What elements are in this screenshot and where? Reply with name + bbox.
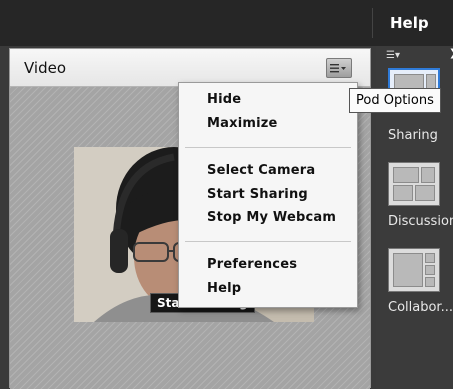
- layout-label-collaboration[interactable]: Collabor...: [388, 300, 453, 315]
- layout-label-discussion[interactable]: Discussion: [388, 214, 453, 229]
- menu-item-stop-my-webcam[interactable]: Stop My Webcam: [207, 210, 336, 225]
- pod-title: Video: [24, 59, 67, 77]
- menu-lines-dropdown-icon: [330, 64, 346, 73]
- list-menu-icon[interactable]: ☰▾: [386, 50, 400, 61]
- pod-options-tooltip: Pod Options: [349, 88, 441, 113]
- chevron-icon[interactable]: ❯: [449, 48, 453, 59]
- menu-item-maximize[interactable]: Maximize: [207, 116, 278, 131]
- layout-cell: [425, 253, 435, 263]
- layout-thumb-discussion[interactable]: [388, 162, 440, 206]
- layout-cell: [415, 185, 435, 201]
- layout-thumb-collaboration[interactable]: [388, 248, 440, 292]
- menu-separator: [185, 147, 351, 148]
- layout-cell: [393, 253, 423, 287]
- menu-item-select-camera[interactable]: Select Camera: [207, 163, 315, 178]
- menu-help[interactable]: Help: [390, 14, 429, 32]
- menu-item-start-sharing[interactable]: Start Sharing: [207, 187, 308, 202]
- pod-options-button[interactable]: [326, 58, 352, 78]
- menu-item-help[interactable]: Help: [207, 281, 241, 296]
- layout-cell: [425, 265, 435, 275]
- layout-cell: [393, 185, 413, 201]
- menu-item-hide[interactable]: Hide: [207, 92, 241, 107]
- layout-cell: [425, 277, 435, 287]
- menu-item-preferences[interactable]: Preferences: [207, 257, 297, 272]
- menubar: Help: [0, 0, 453, 46]
- layouts-toolbar: ☰▾ ❯: [382, 48, 453, 62]
- layout-cell: [393, 167, 419, 183]
- layout-cell: [421, 167, 435, 183]
- layout-label-sharing[interactable]: Sharing: [388, 128, 438, 143]
- menu-separator: [185, 241, 351, 242]
- pod-options-menu: Hide Maximize Select Camera Start Sharin…: [178, 82, 358, 308]
- menubar-divider: [372, 8, 373, 38]
